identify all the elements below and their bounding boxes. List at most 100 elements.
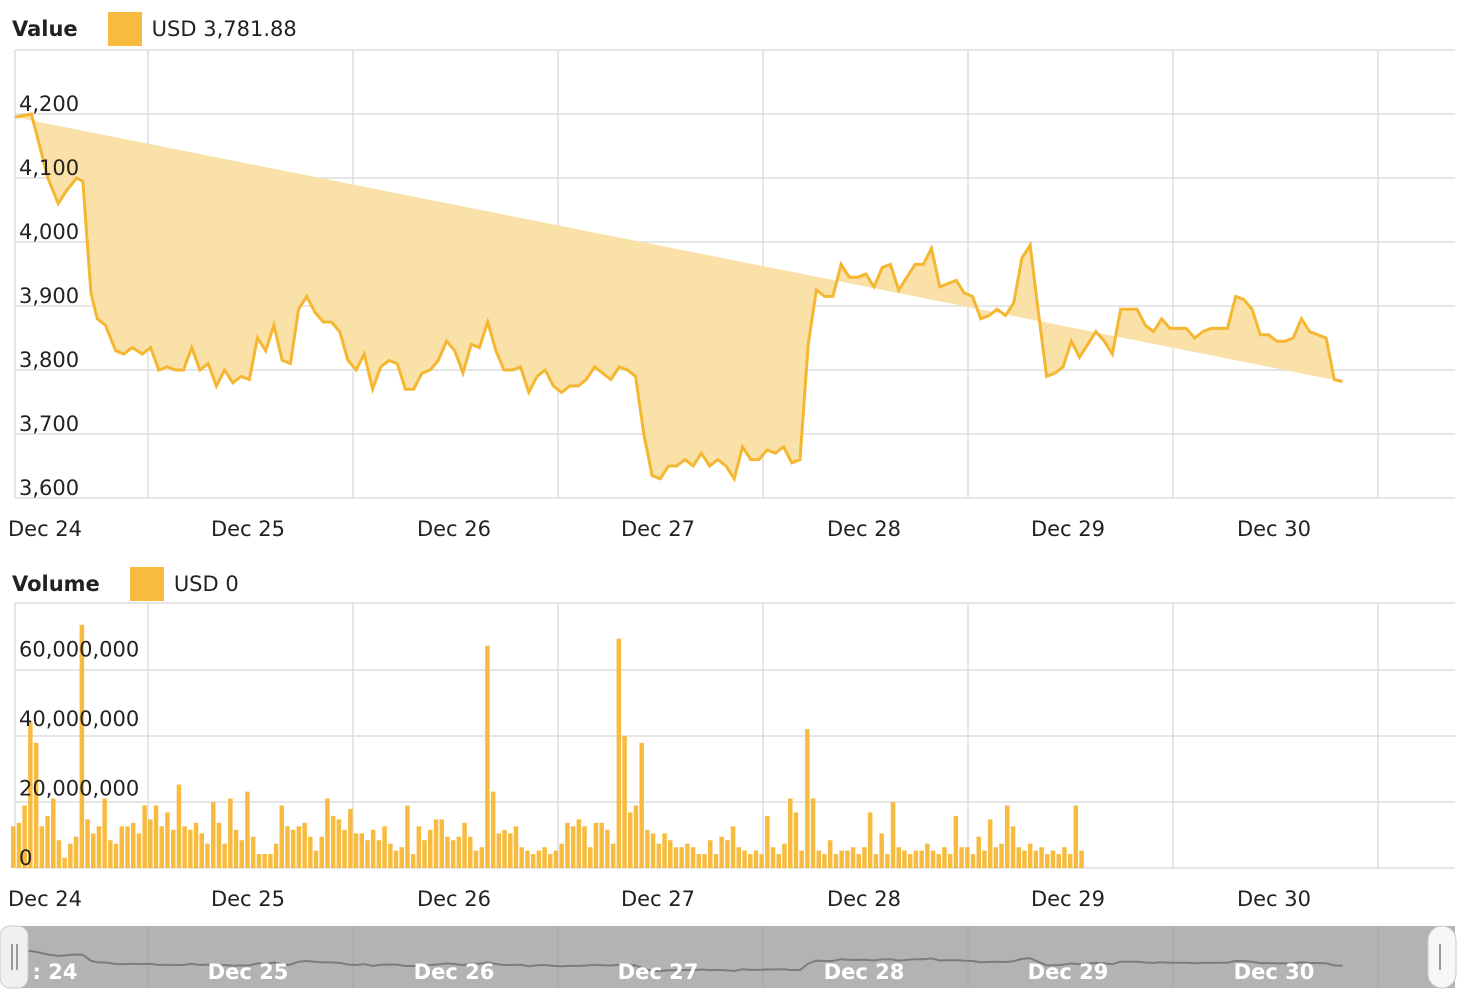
volume-bar[interactable]: [1079, 850, 1084, 868]
volume-bar[interactable]: [388, 843, 393, 868]
volume-bar[interactable]: [913, 850, 919, 868]
volume-bar[interactable]: [113, 843, 119, 868]
volume-bar[interactable]: [833, 854, 839, 868]
volume-bar[interactable]: [336, 819, 342, 868]
volume-bar[interactable]: [822, 854, 827, 868]
volume-bar[interactable]: [222, 843, 227, 868]
volume-bar[interactable]: [108, 840, 113, 868]
volume-bar[interactable]: [925, 843, 930, 868]
volume-bar[interactable]: [296, 826, 302, 868]
volume-bar[interactable]: [890, 802, 896, 868]
volume-bar[interactable]: [45, 815, 50, 868]
volume-bar[interactable]: [376, 840, 382, 868]
navigator-right-handle[interactable]: [1427, 925, 1457, 989]
volume-bar[interactable]: [662, 833, 667, 868]
volume-bar[interactable]: [330, 815, 336, 868]
volume-bar[interactable]: [176, 784, 182, 868]
volume-bar[interactable]: [565, 822, 570, 868]
volume-bar[interactable]: [96, 826, 102, 868]
volume-bar[interactable]: [582, 826, 587, 868]
volume-bar[interactable]: [239, 840, 245, 868]
navigator-left-handle[interactable]: [0, 925, 29, 989]
volume-bar[interactable]: [199, 833, 205, 868]
volume-bar[interactable]: [570, 826, 576, 868]
volume-bar[interactable]: [690, 847, 696, 868]
volume-bar[interactable]: [576, 819, 582, 868]
volume-bar[interactable]: [365, 840, 370, 868]
volume-bar[interactable]: [633, 805, 639, 869]
volume-bar[interactable]: [610, 843, 616, 868]
volume-bar[interactable]: [542, 847, 547, 868]
volume-bar[interactable]: [319, 836, 325, 868]
volume-bar[interactable]: [508, 833, 513, 868]
volume-bar[interactable]: [788, 798, 793, 869]
volume-bar[interactable]: [11, 826, 16, 868]
volume-bar[interactable]: [348, 808, 353, 868]
volume-bar[interactable]: [1056, 854, 1062, 868]
volume-bar[interactable]: [359, 833, 365, 868]
volume-bar[interactable]: [250, 836, 256, 868]
volume-bar[interactable]: [736, 847, 742, 868]
volume-bar[interactable]: [228, 798, 233, 869]
volume-bar[interactable]: [839, 850, 844, 868]
volume-bar[interactable]: [456, 836, 462, 868]
volume-bar[interactable]: [393, 850, 399, 868]
volume-bar[interactable]: [999, 843, 1004, 868]
volume-bar[interactable]: [559, 843, 564, 868]
volume-bar[interactable]: [548, 854, 553, 868]
volume-bar[interactable]: [850, 847, 856, 868]
volume-bar[interactable]: [679, 847, 684, 868]
volume-bar[interactable]: [976, 836, 982, 868]
volume-bar[interactable]: [725, 840, 730, 868]
volume-bar[interactable]: [970, 854, 976, 868]
volume-bar[interactable]: [302, 822, 307, 868]
volume-bar[interactable]: [982, 850, 987, 868]
volume-bar[interactable]: [1033, 850, 1039, 868]
volume-bar[interactable]: [450, 840, 456, 868]
volume-bar[interactable]: [473, 850, 479, 868]
volume-bar[interactable]: [125, 826, 130, 868]
volume-bar[interactable]: [827, 840, 833, 868]
volume-bar[interactable]: [165, 812, 170, 868]
volume-bar[interactable]: [770, 847, 776, 868]
volume-bar[interactable]: [68, 843, 73, 868]
volume-bar[interactable]: [810, 798, 816, 869]
volume-bar[interactable]: [776, 854, 782, 868]
volume-bar[interactable]: [845, 850, 850, 868]
volume-bar[interactable]: [273, 843, 279, 868]
volume-bar[interactable]: [1016, 847, 1022, 868]
volume-bar[interactable]: [748, 854, 753, 868]
volume-bar[interactable]: [188, 829, 193, 868]
volume-bar[interactable]: [907, 854, 913, 868]
volume-bar[interactable]: [525, 850, 530, 868]
volume-bar[interactable]: [85, 819, 90, 868]
volume-bar[interactable]: [1022, 850, 1027, 868]
volume-bar[interactable]: [885, 854, 890, 868]
volume-bar[interactable]: [896, 847, 902, 868]
volume-bar[interactable]: [759, 854, 764, 868]
volume-bar[interactable]: [268, 854, 273, 868]
volume-bar[interactable]: [702, 854, 707, 868]
volume-bar[interactable]: [793, 812, 799, 868]
volume-bar[interactable]: [799, 850, 804, 868]
volume-bar[interactable]: [616, 638, 622, 868]
volume-bar[interactable]: [536, 850, 542, 868]
volume-bar[interactable]: [462, 822, 467, 868]
volume-bar[interactable]: [290, 829, 296, 868]
volume-bar[interactable]: [805, 729, 810, 868]
volume-bar[interactable]: [308, 836, 313, 868]
volume-bar[interactable]: [930, 850, 936, 868]
volume-bar[interactable]: [947, 854, 953, 868]
volume-bar[interactable]: [313, 850, 319, 868]
volume-bar[interactable]: [873, 854, 879, 868]
volume-bar[interactable]: [1027, 843, 1033, 868]
volume-bar[interactable]: [205, 843, 210, 868]
volume-bar[interactable]: [530, 854, 536, 868]
volume-bar[interactable]: [171, 829, 176, 868]
volume-bar[interactable]: [879, 833, 884, 868]
volume-bar[interactable]: [182, 826, 187, 868]
volume-bar[interactable]: [73, 836, 79, 868]
volume-bar[interactable]: [816, 850, 822, 868]
volume-bar[interactable]: [993, 847, 999, 868]
volume-bar[interactable]: [605, 829, 610, 868]
